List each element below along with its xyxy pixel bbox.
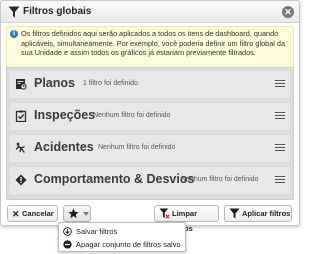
falling-person-icon	[15, 142, 25, 153]
filter-row-planos[interactable]: Planos 1 filtro foi definido	[10, 71, 290, 98]
clear-filter-icon	[159, 208, 170, 219]
global-filters-dialog: Filtros globais ✕ i Os filtros definidos…	[0, 0, 300, 233]
clipboard-check-icon	[15, 110, 27, 122]
dialog-header: Filtros globais ✕	[1, 1, 299, 23]
filter-row-status: 1 filtro foi definido	[83, 80, 138, 87]
save-filters-menu-item[interactable]: Salvar filtros	[59, 225, 185, 238]
filter-row-status: Nenhum filtro foi definido	[93, 112, 171, 119]
cancel-button[interactable]: ✕ Cancelar	[7, 205, 58, 222]
funnel-icon	[8, 6, 20, 18]
dialog-title: Filtros globais	[23, 6, 92, 17]
close-button[interactable]: ✕	[282, 6, 294, 18]
close-icon: ✕	[12, 209, 20, 219]
close-icon[interactable]: ✕	[284, 7, 292, 17]
filter-row-title: Inspeções	[34, 108, 96, 122]
apply-filters-button[interactable]: Aplicar filtros	[224, 205, 292, 222]
filters-panel: Planos 1 filtro foi definido Inspeções N…	[6, 67, 294, 200]
star-icon	[68, 208, 79, 219]
funnel-icon	[229, 208, 240, 219]
delete-circle-icon	[63, 240, 72, 249]
filter-row-status: Nenhum filtro foi definido	[181, 176, 259, 183]
info-message: i Os filtros definidos aqui serão aplica…	[6, 26, 294, 69]
delete-saved-filters-menu-item[interactable]: Apagar conjunto de filtros salvo	[59, 238, 185, 251]
info-icon: i	[10, 30, 18, 38]
warning-diamond-icon	[15, 174, 27, 186]
saved-filters-menu: Salvar filtros Apagar conjunto de filtro…	[58, 222, 186, 252]
filter-row-title: Acidentes	[34, 140, 94, 154]
menu-item-label: Salvar filtros	[76, 227, 118, 236]
save-cloud-icon	[63, 227, 72, 236]
hamburger-menu-icon[interactable]	[275, 112, 285, 121]
hamburger-menu-icon[interactable]	[275, 176, 285, 185]
filter-row-acidentes[interactable]: Acidentes Nenhum filtro foi definido	[10, 135, 290, 162]
saved-filters-dropdown-button[interactable]	[63, 205, 91, 222]
filter-row-title: Comportamento & Desvios	[34, 172, 195, 186]
filter-row-title: Planos	[34, 76, 75, 90]
hamburger-menu-icon[interactable]	[275, 144, 285, 153]
caret-down-icon	[83, 212, 89, 216]
hamburger-menu-icon[interactable]	[275, 80, 285, 89]
planos-icon	[16, 79, 27, 90]
clear-filters-button[interactable]: Limpar filtros	[154, 205, 219, 233]
menu-item-label: Apagar conjunto de filtros salvo	[76, 240, 181, 249]
filter-row-inspecoes[interactable]: Inspeções Nenhum filtro foi definido	[10, 103, 290, 130]
filter-row-status: Nenhum filtro foi definido	[98, 144, 176, 151]
info-text: Os filtros definidos aqui serão aplicado…	[21, 29, 286, 57]
filter-row-comportamento[interactable]: Comportamento & Desvios Nenhum filtro fo…	[10, 167, 290, 194]
